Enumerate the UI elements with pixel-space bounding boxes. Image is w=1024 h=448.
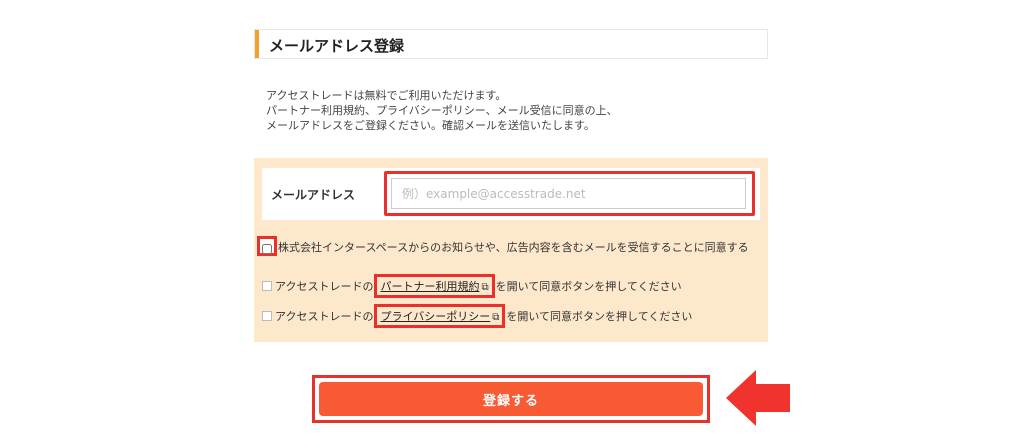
privacy-policy-row: アクセストレードの プライバシーポリシー ⧉ を開いて同意ボタンを押してください [262, 304, 692, 328]
external-link-icon: ⧉ [481, 282, 489, 293]
page-title: メールアドレス登録 [269, 37, 405, 55]
description-line: パートナー利用規約、プライバシーポリシー、メール受信に同意の上、 [266, 104, 618, 117]
description-line: アクセストレードは無料でご利用いただけます。 [266, 89, 507, 102]
heading-accent-bar [255, 30, 259, 58]
privacy-policy-prefix: アクセストレードの [275, 310, 374, 323]
partner-terms-checkbox [262, 281, 272, 291]
consent-checkbox-highlight [257, 236, 277, 256]
partner-terms-suffix: を開いて同意ボタンを押してください [495, 280, 682, 293]
submit-button-highlight: 登録する [312, 375, 710, 423]
pointer-arrow-icon [726, 370, 790, 426]
register-button[interactable]: 登録する [319, 382, 703, 416]
privacy-policy-link[interactable]: プライバシーポリシー [380, 310, 490, 323]
email-field[interactable] [391, 178, 746, 209]
email-field-highlight [384, 171, 755, 216]
partner-terms-row: アクセストレードの パートナー利用規約 ⧉ を開いて同意ボタンを押してください [262, 274, 682, 298]
privacy-policy-checkbox [262, 311, 272, 321]
email-label: メールアドレス [271, 188, 356, 202]
consent-checkbox[interactable] [262, 244, 272, 254]
external-link-icon: ⧉ [492, 312, 500, 323]
partner-terms-prefix: アクセストレードの [275, 280, 374, 293]
description-line: メールアドレスをご登録ください。確認メールを送信いたします。 [266, 119, 595, 132]
consent-text: 株式会社インタースペースからのお知らせや、広告内容を含むメールを受信することに同… [278, 241, 749, 254]
section-heading: メールアドレス登録 [254, 29, 768, 59]
privacy-policy-suffix: を開いて同意ボタンを押してください [506, 310, 693, 323]
privacy-policy-link-highlight: プライバシーポリシー ⧉ [374, 304, 506, 328]
description: アクセストレードは無料でご利用いただけます。 パートナー利用規約、プライバシーポ… [266, 88, 618, 133]
partner-terms-link[interactable]: パートナー利用規約 [380, 280, 479, 293]
partner-terms-link-highlight: パートナー利用規約 ⧉ [374, 274, 495, 298]
